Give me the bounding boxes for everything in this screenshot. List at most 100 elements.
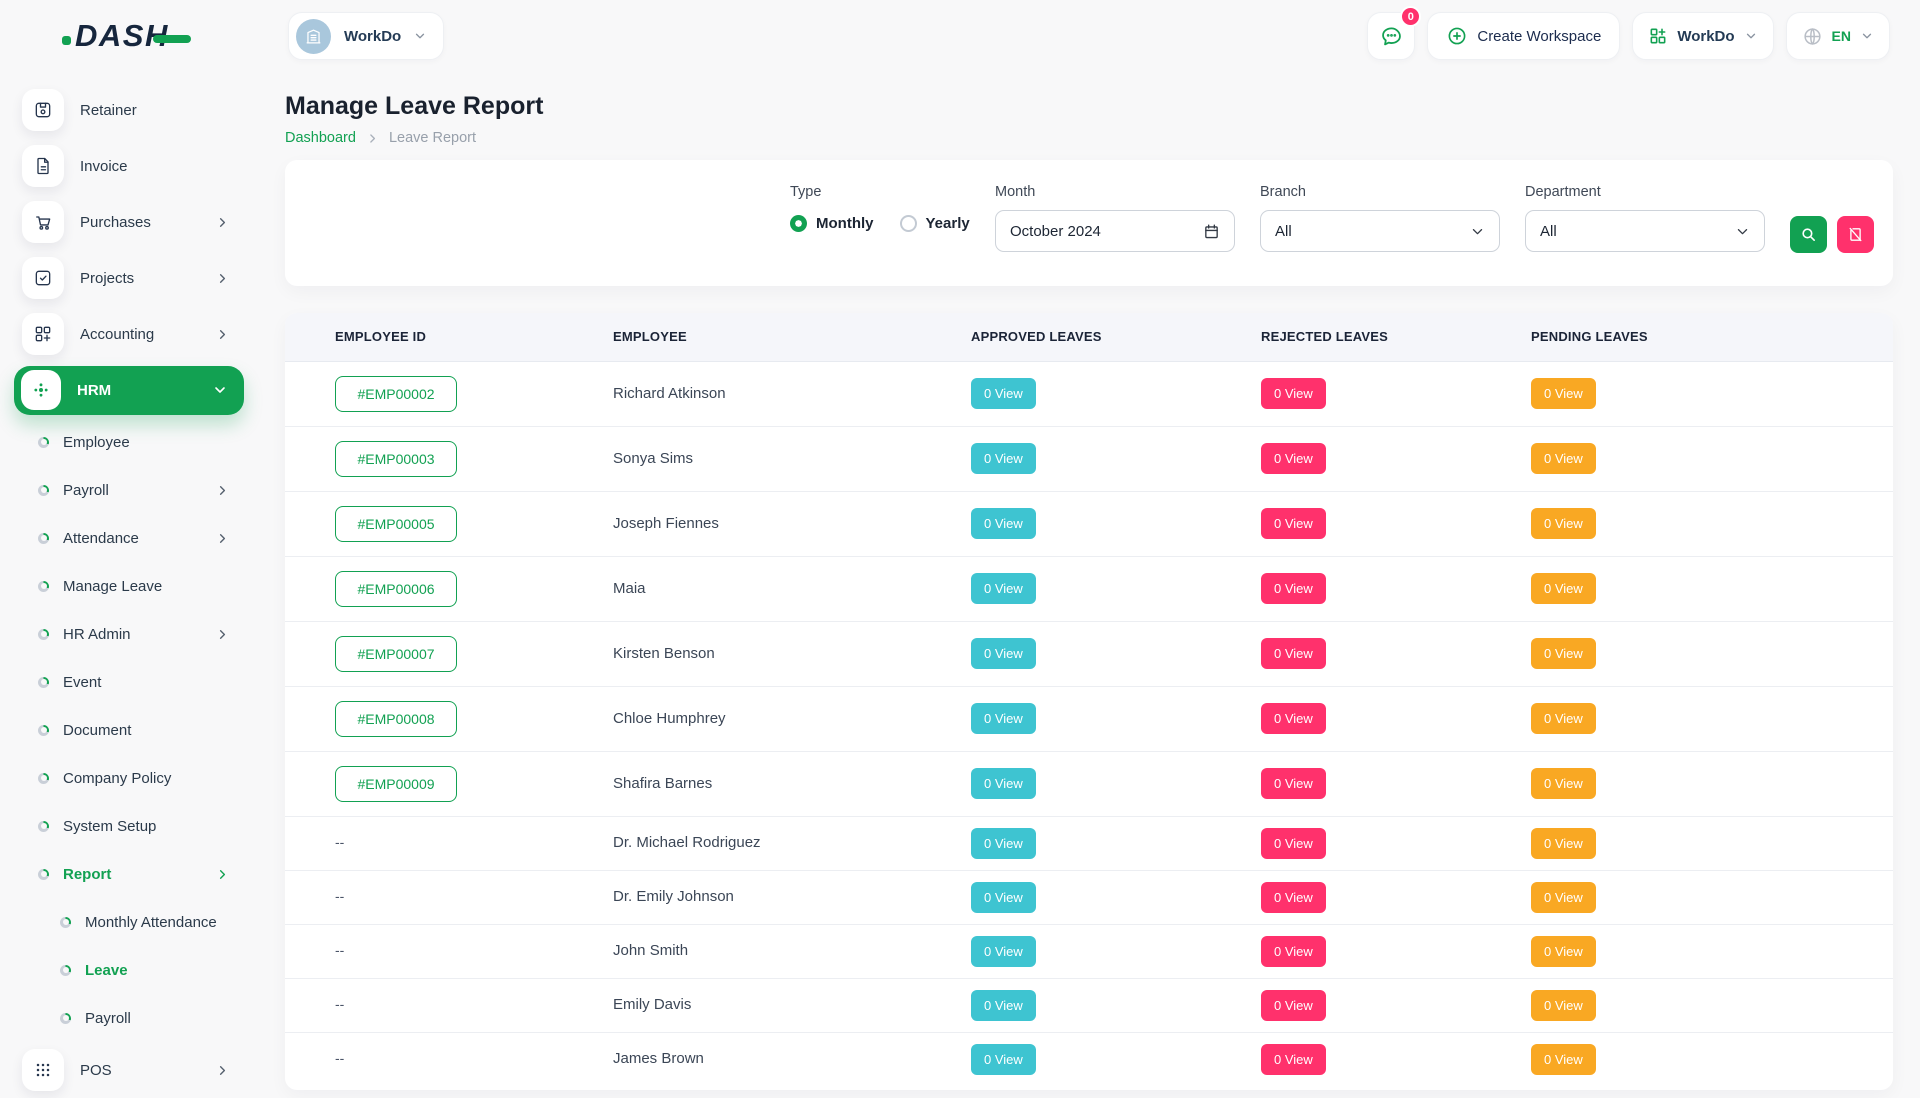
reset-button[interactable] <box>1837 216 1874 253</box>
approved-leaves-button[interactable]: 0 View <box>971 573 1036 604</box>
pending-leaves-button[interactable]: 0 View <box>1531 936 1596 967</box>
employee-id-link[interactable]: #EMP00007 <box>335 636 457 672</box>
table-row: --James Brown0 View0 View0 View <box>285 1032 1893 1086</box>
radio-yearly[interactable]: Yearly <box>900 215 970 232</box>
employee-id-link[interactable]: #EMP00006 <box>335 571 457 607</box>
sidebar-item-label: Monthly Attendance <box>85 914 217 931</box>
employee-id-link[interactable]: #EMP00005 <box>335 506 457 542</box>
approved-leaves-button[interactable]: 0 View <box>971 768 1036 799</box>
sidebar-item-monthly-attendance[interactable]: Monthly Attendance <box>0 898 258 946</box>
chevron-down-icon <box>1860 29 1874 43</box>
create-workspace-button[interactable]: Create Workspace <box>1427 12 1620 60</box>
sidebar-item-company-policy[interactable]: Company Policy <box>0 754 258 802</box>
chevron-right-icon <box>215 867 230 882</box>
rejected-leaves-button[interactable]: 0 View <box>1261 638 1326 669</box>
approved-leaves-button[interactable]: 0 View <box>971 638 1036 669</box>
approved-leaves-button[interactable]: 0 View <box>971 703 1036 734</box>
approved-leaves-button[interactable]: 0 View <box>971 443 1036 474</box>
employee-id-link[interactable]: #EMP00008 <box>335 701 457 737</box>
bullet-icon <box>38 629 49 640</box>
chevron-right-icon <box>215 271 230 286</box>
sidebar-item-manage-leave[interactable]: Manage Leave <box>0 562 258 610</box>
branch-select[interactable]: All <box>1260 210 1500 252</box>
sidebar-item-pos[interactable]: POS <box>0 1042 258 1098</box>
page-title: Manage Leave Report <box>285 92 1893 121</box>
rejected-leaves-button[interactable]: 0 View <box>1261 768 1326 799</box>
retainer-icon <box>22 89 64 131</box>
dash-logo[interactable]: DASH <box>62 18 191 54</box>
col-pending-leaves: PENDING LEAVES <box>1531 313 1893 361</box>
table-row: #EMP00006Maia0 View0 View0 View <box>285 556 1893 621</box>
type-label: Type <box>790 184 970 200</box>
sidebar-item-leave[interactable]: Leave <box>0 946 258 994</box>
pending-leaves-button[interactable]: 0 View <box>1531 508 1596 539</box>
approved-leaves-button[interactable]: 0 View <box>971 1044 1036 1075</box>
pending-leaves-button[interactable]: 0 View <box>1531 703 1596 734</box>
pending-leaves-button[interactable]: 0 View <box>1531 990 1596 1021</box>
pending-leaves-button[interactable]: 0 View <box>1531 443 1596 474</box>
bullet-icon <box>38 437 49 448</box>
rejected-leaves-button[interactable]: 0 View <box>1261 882 1326 913</box>
approved-leaves-button[interactable]: 0 View <box>971 936 1036 967</box>
sidebar-item-hrm[interactable]: HRM <box>0 362 258 418</box>
sidebar-item-system-setup[interactable]: System Setup <box>0 802 258 850</box>
branch-label: Branch <box>1260 184 1500 200</box>
sidebar-item-attendance[interactable]: Attendance <box>0 514 258 562</box>
workspace-chip[interactable]: WorkDo <box>288 12 444 60</box>
sidebar-item-retainer[interactable]: Retainer <box>0 82 258 138</box>
rejected-leaves-button[interactable]: 0 View <box>1261 443 1326 474</box>
sidebar-item-label: Payroll <box>85 1010 131 1027</box>
sidebar-item-report[interactable]: Report <box>0 850 258 898</box>
employee-id-link[interactable]: #EMP00009 <box>335 766 457 802</box>
pending-leaves-button[interactable]: 0 View <box>1531 882 1596 913</box>
rejected-leaves-button[interactable]: 0 View <box>1261 828 1326 859</box>
approved-leaves-button[interactable]: 0 View <box>971 882 1036 913</box>
rejected-leaves-button[interactable]: 0 View <box>1261 508 1326 539</box>
sidebar-item-invoice[interactable]: Invoice <box>0 138 258 194</box>
radio-monthly[interactable]: Monthly <box>790 215 874 232</box>
pending-leaves-button[interactable]: 0 View <box>1531 378 1596 409</box>
bullet-icon <box>38 533 49 544</box>
approved-leaves-button[interactable]: 0 View <box>971 508 1036 539</box>
bullet-icon <box>38 773 49 784</box>
rejected-leaves-button[interactable]: 0 View <box>1261 990 1326 1021</box>
language-selector[interactable]: EN <box>1786 12 1890 60</box>
employee-id-link[interactable]: #EMP00002 <box>335 376 457 412</box>
pending-leaves-button[interactable]: 0 View <box>1531 828 1596 859</box>
rejected-leaves-button[interactable]: 0 View <box>1261 573 1326 604</box>
col-employee-id: EMPLOYEE ID <box>285 313 613 361</box>
rejected-leaves-button[interactable]: 0 View <box>1261 936 1326 967</box>
rejected-leaves-button[interactable]: 0 View <box>1261 1044 1326 1075</box>
building-icon <box>296 19 331 54</box>
sidebar-item-payroll[interactable]: Payroll <box>0 994 258 1042</box>
breadcrumb: Dashboard Leave Report <box>285 130 1893 146</box>
approved-leaves-button[interactable]: 0 View <box>971 378 1036 409</box>
sidebar-item-document[interactable]: Document <box>0 706 258 754</box>
table-header-row: EMPLOYEE ID EMPLOYEE APPROVED LEAVES REJ… <box>285 313 1893 361</box>
pending-leaves-button[interactable]: 0 View <box>1531 638 1596 669</box>
department-select[interactable]: All <box>1525 210 1765 252</box>
approved-leaves-button[interactable]: 0 View <box>971 990 1036 1021</box>
breadcrumb-dashboard-link[interactable]: Dashboard <box>285 130 356 146</box>
bullet-icon <box>60 917 71 928</box>
rejected-leaves-button[interactable]: 0 View <box>1261 703 1326 734</box>
sidebar-item-payroll[interactable]: Payroll <box>0 466 258 514</box>
projects-icon <box>22 257 64 299</box>
month-input[interactable]: October 2024 <box>995 210 1235 252</box>
pending-leaves-button[interactable]: 0 View <box>1531 573 1596 604</box>
sidebar-item-purchases[interactable]: Purchases <box>0 194 258 250</box>
sidebar-item-projects[interactable]: Projects <box>0 250 258 306</box>
approved-leaves-button[interactable]: 0 View <box>971 828 1036 859</box>
rejected-leaves-button[interactable]: 0 View <box>1261 378 1326 409</box>
pending-leaves-button[interactable]: 0 View <box>1531 768 1596 799</box>
messages-button[interactable]: 0 <box>1367 12 1415 60</box>
sidebar-item-event[interactable]: Event <box>0 658 258 706</box>
employee-id-link[interactable]: #EMP00003 <box>335 441 457 477</box>
employee-name: Dr. Michael Rodriguez <box>613 834 761 851</box>
workspace-switcher-button[interactable]: WorkDo <box>1632 12 1773 60</box>
sidebar-item-accounting[interactable]: Accounting <box>0 306 258 362</box>
search-button[interactable] <box>1790 216 1827 253</box>
sidebar-item-employee[interactable]: Employee <box>0 418 258 466</box>
pending-leaves-button[interactable]: 0 View <box>1531 1044 1596 1075</box>
sidebar-item-hr-admin[interactable]: HR Admin <box>0 610 258 658</box>
